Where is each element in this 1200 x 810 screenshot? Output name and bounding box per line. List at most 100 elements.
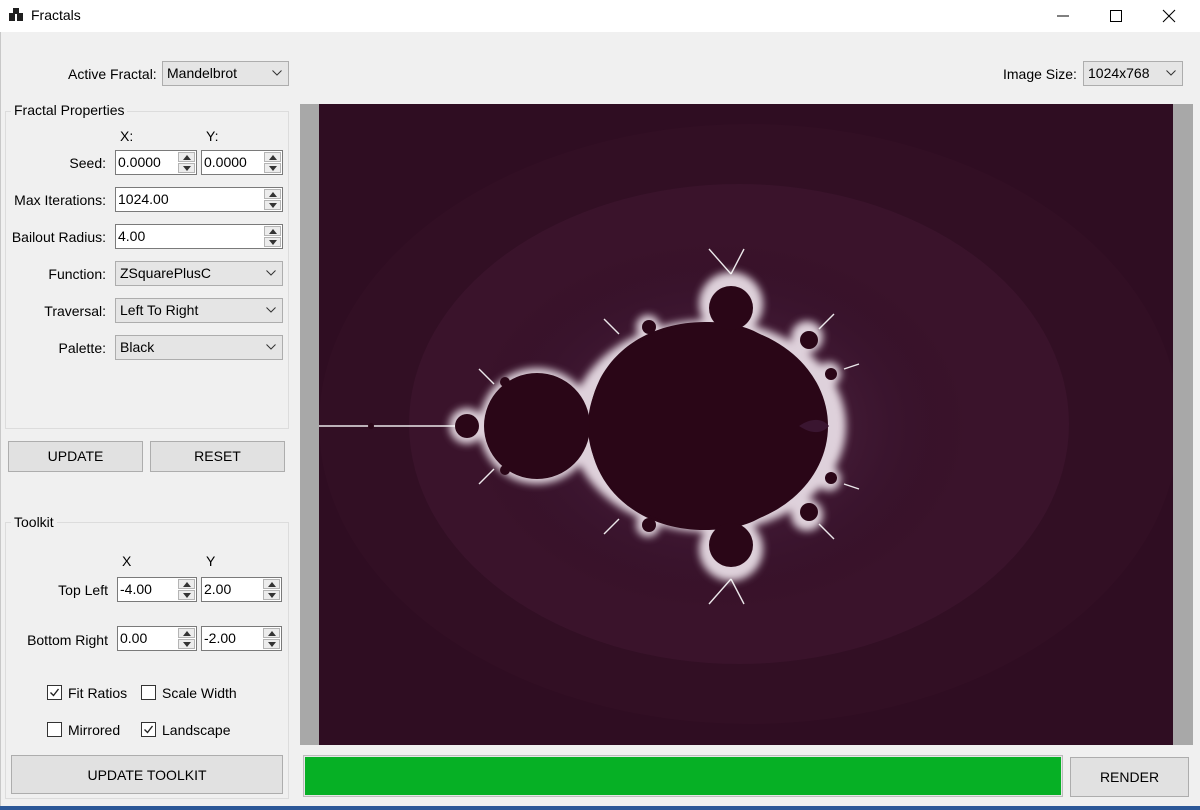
title-bar[interactable]: Fractals	[0, 0, 1200, 32]
traversal-select[interactable]: Left To Right	[115, 298, 283, 323]
render-progress-bar	[303, 755, 1063, 797]
update-toolkit-button[interactable]: UPDATE TOOLKIT	[11, 755, 283, 794]
spin-down-icon	[183, 593, 191, 598]
function-label: Function:	[48, 266, 106, 282]
spin-up-button[interactable]	[264, 152, 281, 162]
seed-label: Seed:	[69, 155, 106, 171]
spin-up-button[interactable]	[263, 628, 280, 638]
maximize-button[interactable]	[1090, 0, 1142, 32]
landscape-label[interactable]: Landscape	[162, 722, 231, 738]
spin-down-button[interactable]	[178, 163, 195, 173]
mirrored-checkbox[interactable]	[47, 722, 62, 737]
palette-select[interactable]: Black	[115, 335, 283, 360]
spin-down-button[interactable]	[264, 237, 281, 247]
reset-button-label: RESET	[194, 448, 241, 464]
function-select[interactable]: ZSquarePlusC	[115, 261, 283, 286]
fractal-image[interactable]	[319, 104, 1173, 745]
top-left-y-value: 2.00	[204, 581, 232, 597]
spin-down-button[interactable]	[263, 639, 280, 649]
spin-down-icon	[269, 203, 277, 208]
active-fractal-label: Active Fractal:	[68, 66, 157, 82]
toolkit-x-header: X	[122, 553, 132, 569]
spin-up-icon	[269, 155, 277, 160]
landscape-checkbox[interactable]	[141, 722, 156, 737]
bailout-radius-input[interactable]: 4.00	[115, 224, 283, 249]
spin-down-icon	[183, 642, 191, 647]
maximize-icon	[1110, 10, 1122, 22]
palette-value: Black	[120, 339, 155, 355]
spin-down-button[interactable]	[264, 163, 281, 173]
chevron-down-icon	[1166, 70, 1176, 76]
bottom-right-x-value: 0.00	[120, 630, 148, 646]
spin-down-button[interactable]	[264, 200, 281, 210]
image-size-label: Image Size:	[1003, 66, 1077, 82]
spin-up-icon	[268, 631, 276, 636]
image-size-select[interactable]: 1024x768	[1083, 61, 1183, 86]
update-button-label: UPDATE	[47, 448, 104, 464]
close-icon	[1162, 9, 1176, 23]
minimize-button[interactable]	[1037, 0, 1089, 32]
scale-width-checkbox[interactable]	[141, 685, 156, 700]
bailout-radius-value: 4.00	[118, 228, 146, 244]
render-button[interactable]: RENDER	[1070, 757, 1189, 797]
toolkit-title: Toolkit	[11, 514, 57, 530]
spin-up-icon	[269, 229, 277, 234]
spin-up-icon	[183, 631, 191, 636]
spin-up-button[interactable]	[178, 152, 195, 162]
bailout-radius-label: Bailout Radius:	[11, 229, 106, 245]
top-left-y-input[interactable]: 2.00	[201, 577, 282, 602]
seed-y-header: Y:	[206, 128, 219, 144]
chevron-down-icon	[266, 270, 276, 276]
spin-down-icon	[268, 593, 276, 598]
active-fractal-select[interactable]: Mandelbrot	[162, 61, 289, 86]
function-value: ZSquarePlusC	[120, 265, 212, 281]
fit-ratios-checkbox[interactable]	[47, 685, 62, 700]
spin-down-icon	[268, 642, 276, 647]
spin-up-icon	[183, 155, 191, 160]
spin-down-button[interactable]	[178, 639, 195, 649]
update-toolkit-label: UPDATE TOOLKIT	[87, 767, 207, 783]
spin-up-icon	[269, 192, 277, 197]
scale-width-label[interactable]: Scale Width	[162, 685, 237, 701]
spin-down-icon	[269, 240, 277, 245]
reset-button[interactable]: RESET	[150, 441, 285, 472]
spin-up-button[interactable]	[178, 628, 195, 638]
toolkit-y-header: Y	[206, 553, 216, 569]
spin-up-icon	[183, 582, 191, 587]
bottom-right-x-input[interactable]: 0.00	[117, 626, 197, 651]
mirrored-label[interactable]: Mirrored	[68, 722, 120, 738]
palette-label: Palette:	[58, 340, 106, 356]
chevron-down-icon	[266, 307, 276, 313]
spin-up-button[interactable]	[263, 579, 280, 589]
seed-x-value: 0.0000	[118, 154, 161, 170]
top-left-x-input[interactable]: -4.00	[117, 577, 197, 602]
spin-up-icon	[268, 582, 276, 587]
window-title: Fractals	[31, 7, 81, 23]
spin-down-button[interactable]	[263, 590, 280, 600]
app-icon	[9, 8, 23, 22]
window-bottom-border	[0, 806, 1200, 810]
top-left-x-value: -4.00	[120, 581, 152, 597]
update-button[interactable]: UPDATE	[8, 441, 143, 472]
spin-up-button[interactable]	[178, 579, 195, 589]
close-button[interactable]	[1143, 0, 1195, 32]
spin-down-icon	[183, 166, 191, 171]
spin-up-button[interactable]	[264, 189, 281, 199]
spin-down-button[interactable]	[178, 590, 195, 600]
seed-y-input[interactable]: 0.0000	[201, 150, 283, 175]
max-iterations-value: 1024.00	[118, 191, 169, 207]
fractal-canvas-frame	[300, 104, 1193, 745]
max-iterations-input[interactable]: 1024.00	[115, 187, 283, 212]
minimize-icon	[1057, 15, 1069, 17]
fractal-properties-title: Fractal Properties	[11, 102, 128, 118]
spin-up-button[interactable]	[264, 226, 281, 236]
max-iterations-label: Max Iterations:	[14, 192, 106, 208]
checkmark-icon	[144, 725, 154, 734]
traversal-value: Left To Right	[120, 302, 199, 318]
chevron-down-icon	[266, 344, 276, 350]
seed-x-input[interactable]: 0.0000	[115, 150, 197, 175]
render-progress-fill	[305, 757, 1061, 795]
bottom-right-y-input[interactable]: -2.00	[201, 626, 282, 651]
fit-ratios-label[interactable]: Fit Ratios	[68, 685, 127, 701]
seed-y-value: 0.0000	[204, 154, 247, 170]
